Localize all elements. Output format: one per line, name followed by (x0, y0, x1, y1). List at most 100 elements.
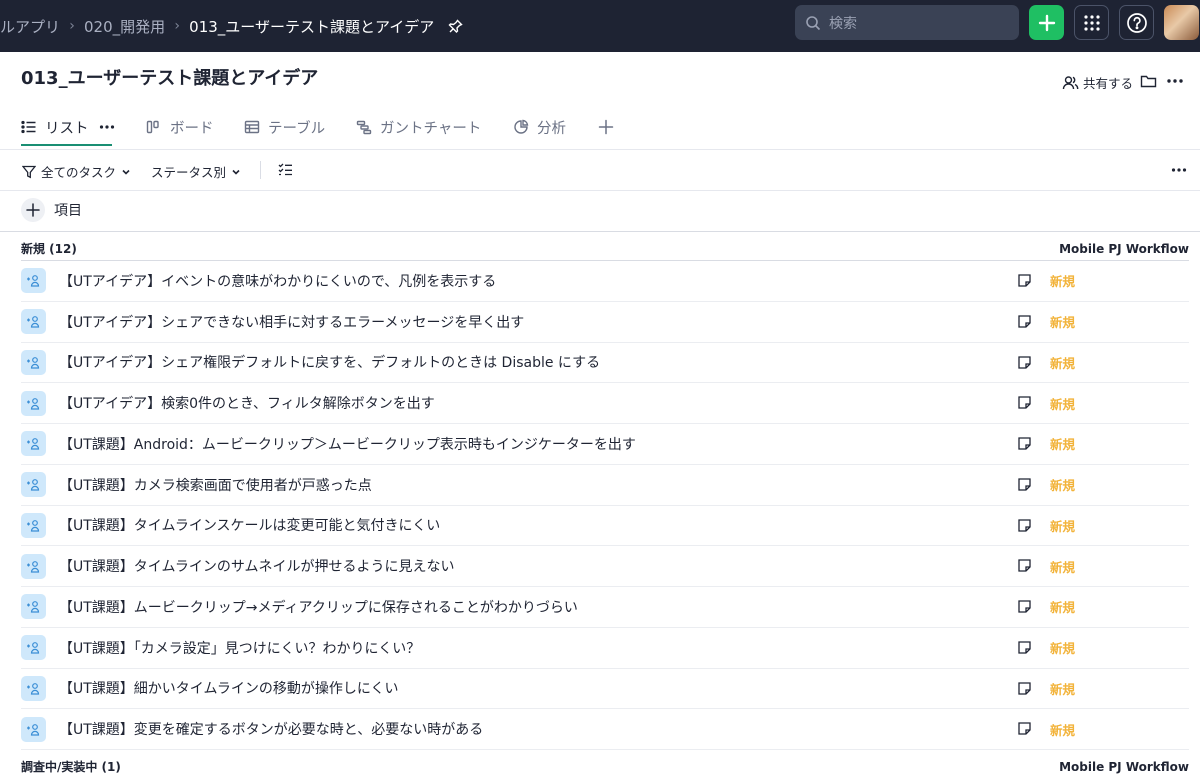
tab-table-label: テーブル (268, 120, 326, 137)
task-title[interactable]: 【UT課題】「カメラ設定」見つけにくい？わかりにくい？ (59, 638, 420, 658)
task-row[interactable]: 【UT課題】タイムラインのサムネイルが押せるように見えない 新規 (21, 546, 1189, 587)
status-badge[interactable]: 新規 (1050, 638, 1075, 657)
help-icon (1126, 12, 1147, 33)
task-title[interactable]: 【UT課題】タイムラインスケールは変更可能と気付きにくい (59, 515, 440, 535)
view-tabs: リスト ボード テーブル ガントチャート 分析 (0, 104, 1200, 150)
task-title[interactable]: 【UTアイデア】検索0件のとき、フィルタ解除ボタンを出す (59, 393, 435, 413)
task-row[interactable]: 【UTアイデア】シェアできない相手に対するエラーメッセージを早く出す 新規 (21, 302, 1189, 343)
search-placeholder: 検索 (829, 15, 857, 32)
group-header[interactable]: 調査中/実装中 (1) Mobile PJ Workflow (21, 758, 1189, 775)
pin-icon[interactable] (448, 18, 464, 34)
table-icon (244, 120, 260, 134)
task-row[interactable]: 【UT課題】カメラ検索画面で使用者が戸惑った点 新規 (21, 465, 1189, 506)
task-title[interactable]: 【UTアイデア】シェア権限デフォルトに戻すを、デフォルトのときは Disable… (59, 352, 600, 372)
assign-user-icon[interactable] (21, 390, 46, 416)
group-by-dropdown[interactable]: ステータス別 (151, 162, 241, 181)
task-title[interactable]: 【UT課題】カメラ検索画面で使用者が戸惑った点 (59, 475, 372, 495)
more-icon[interactable] (99, 120, 115, 134)
assign-user-icon[interactable] (21, 472, 46, 498)
share-button[interactable]: 共有する (1062, 73, 1133, 92)
checklist-toggle-button[interactable] (278, 162, 298, 177)
breadcrumb-item-dev[interactable]: 020_開発用 (84, 16, 165, 37)
add-item-button[interactable]: 項目 (21, 198, 82, 222)
task-title[interactable]: 【UT課題】変更を確定するボタンが必要な時と、必要ない時がある (59, 719, 483, 739)
task-row[interactable]: 【UT課題】細かいタイムラインの移動が操作しにくい 新規 (21, 669, 1189, 710)
tab-board-label: ボード (170, 120, 214, 137)
more-icon[interactable] (1171, 163, 1192, 177)
status-badge[interactable]: 新規 (1050, 353, 1075, 372)
breadcrumb-item-app[interactable]: ルアプリ (0, 16, 60, 37)
task-row[interactable]: 【UT課題】「カメラ設定」見つけにくい？わかりにくい？ 新規 (21, 628, 1189, 669)
status-badge[interactable]: 新規 (1050, 516, 1075, 535)
assign-user-icon[interactable] (21, 268, 46, 294)
note-icon[interactable] (1017, 518, 1032, 533)
tab-analytics[interactable]: 分析 (513, 104, 566, 150)
task-title[interactable]: 【UTアイデア】シェアできない相手に対するエラーメッセージを早く出す (59, 312, 524, 332)
breadcrumb-item-current[interactable]: 013_ユーザーテスト課題とアイデア (189, 16, 434, 37)
status-badge[interactable]: 新規 (1050, 271, 1075, 290)
filter-icon (22, 165, 36, 178)
tab-board[interactable]: ボード (146, 104, 214, 150)
task-row[interactable]: 【UT課題】タイムラインスケールは変更可能と気付きにくい 新規 (21, 506, 1189, 547)
status-badge[interactable]: 新規 (1050, 679, 1075, 698)
add-view-button[interactable] (598, 104, 622, 150)
note-icon[interactable] (1017, 681, 1032, 696)
status-badge[interactable]: 新規 (1050, 557, 1075, 576)
note-icon[interactable] (1017, 558, 1032, 573)
folder-icon[interactable] (1140, 73, 1157, 93)
group-name: 新規 (12) (21, 242, 77, 256)
task-title[interactable]: 【UTアイデア】イベントの意味がわかりにくいので、凡例を表示する (59, 271, 496, 291)
task-row[interactable]: 【UT課題】ムービークリップ→メディアクリップに保存されることがわかりづらい 新… (21, 587, 1189, 628)
task-row[interactable]: 【UTアイデア】イベントの意味がわかりにくいので、凡例を表示する 新規 (21, 261, 1189, 302)
status-badge[interactable]: 新規 (1050, 720, 1075, 739)
note-icon[interactable] (1017, 477, 1032, 492)
note-icon[interactable] (1017, 599, 1032, 614)
help-button[interactable] (1119, 5, 1154, 40)
more-icon[interactable] (1166, 73, 1184, 93)
status-badge[interactable]: 新規 (1050, 394, 1075, 413)
assign-user-icon[interactable] (21, 349, 46, 375)
task-filter-dropdown[interactable]: 全てのタスク (22, 162, 131, 181)
group-header[interactable]: 新規 (12) Mobile PJ Workflow (21, 240, 1189, 257)
plus-icon (1038, 14, 1055, 31)
status-badge[interactable]: 新規 (1050, 434, 1075, 453)
assign-user-icon[interactable] (21, 512, 46, 538)
assign-user-icon[interactable] (21, 553, 46, 579)
search-icon (806, 15, 821, 30)
task-title[interactable]: 【UT課題】ムービークリップ→メディアクリップに保存されることがわかりづらい (59, 597, 578, 617)
status-badge[interactable]: 新規 (1050, 597, 1075, 616)
note-icon[interactable] (1017, 721, 1032, 736)
tab-table[interactable]: テーブル (244, 104, 325, 150)
task-row[interactable]: 【UT課題】変更を確定するボタンが必要な時と、必要ない時がある 新規 (21, 709, 1189, 750)
task-row[interactable]: 【UTアイデア】検索0件のとき、フィルタ解除ボタンを出す 新規 (21, 383, 1189, 424)
task-row[interactable]: 【UT課題】Android：ムービークリップ＞ムービークリップ表示時もインジケー… (21, 424, 1189, 465)
task-title[interactable]: 【UT課題】細かいタイムラインの移動が操作しにくい (59, 678, 399, 698)
assign-user-icon[interactable] (21, 716, 46, 742)
avatar[interactable] (1164, 5, 1199, 40)
task-title[interactable]: 【UT課題】タイムラインのサムネイルが押せるように見えない (59, 556, 455, 576)
task-filter-label: 全てのタスク (41, 165, 117, 180)
note-icon[interactable] (1017, 355, 1032, 370)
note-icon[interactable] (1017, 436, 1032, 451)
status-badge[interactable]: 新規 (1050, 475, 1075, 494)
status-badge[interactable]: 新規 (1050, 312, 1075, 331)
assign-user-icon[interactable] (21, 309, 46, 335)
people-icon (1062, 76, 1079, 90)
task-row[interactable]: 【UTアイデア】シェア権限デフォルトに戻すを、デフォルトのときは Disable… (21, 343, 1189, 384)
chart-icon (514, 119, 529, 134)
tab-gantt[interactable]: ガントチャート (356, 104, 481, 150)
note-icon[interactable] (1017, 640, 1032, 655)
note-icon[interactable] (1017, 314, 1032, 329)
assign-user-icon[interactable] (21, 675, 46, 701)
task-title[interactable]: 【UT課題】Android：ムービークリップ＞ムービークリップ表示時もインジケー… (59, 434, 636, 454)
search-input[interactable]: 検索 (795, 5, 1019, 40)
page-title: 013_ユーザーテスト課題とアイデア (21, 68, 319, 89)
assign-user-icon[interactable] (21, 594, 46, 620)
plus-icon (21, 198, 45, 222)
note-icon[interactable] (1017, 395, 1032, 410)
assign-user-icon[interactable] (21, 635, 46, 661)
note-icon[interactable] (1017, 273, 1032, 288)
create-button[interactable] (1029, 5, 1064, 40)
assign-user-icon[interactable] (21, 431, 46, 457)
apps-button[interactable] (1074, 5, 1109, 40)
